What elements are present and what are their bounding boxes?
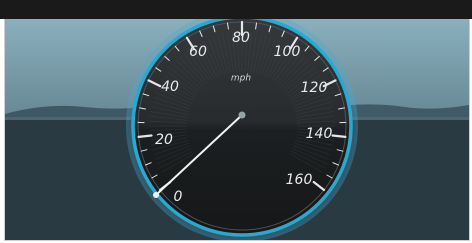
scale-label-80: 80 [232,30,250,46]
scale-label-40: 40 [161,79,179,95]
needle-tip [153,192,159,198]
scale-label-160: 160 [286,172,313,188]
scale-label-100: 100 [274,44,301,60]
top-black-bar [0,0,472,19]
major-tick [137,134,153,139]
scale-label-20: 20 [155,132,173,148]
scale-label-120: 120 [301,80,328,96]
scale-label-60: 60 [189,44,207,60]
scale-label-0: 0 [174,189,183,205]
instrument-cluster-screen: 0 20 40 60 80 100 120 140 160 mph [0,0,472,243]
scale-label-140: 140 [306,126,333,142]
speed-unit-label: mph [231,74,251,84]
hub-icon [238,111,246,119]
instrument-display: 0 20 40 60 80 100 120 140 160 mph [4,19,470,241]
major-tick [331,134,347,139]
speedometer-svg: 0 20 40 60 80 100 120 140 160 mph [5,19,469,240]
